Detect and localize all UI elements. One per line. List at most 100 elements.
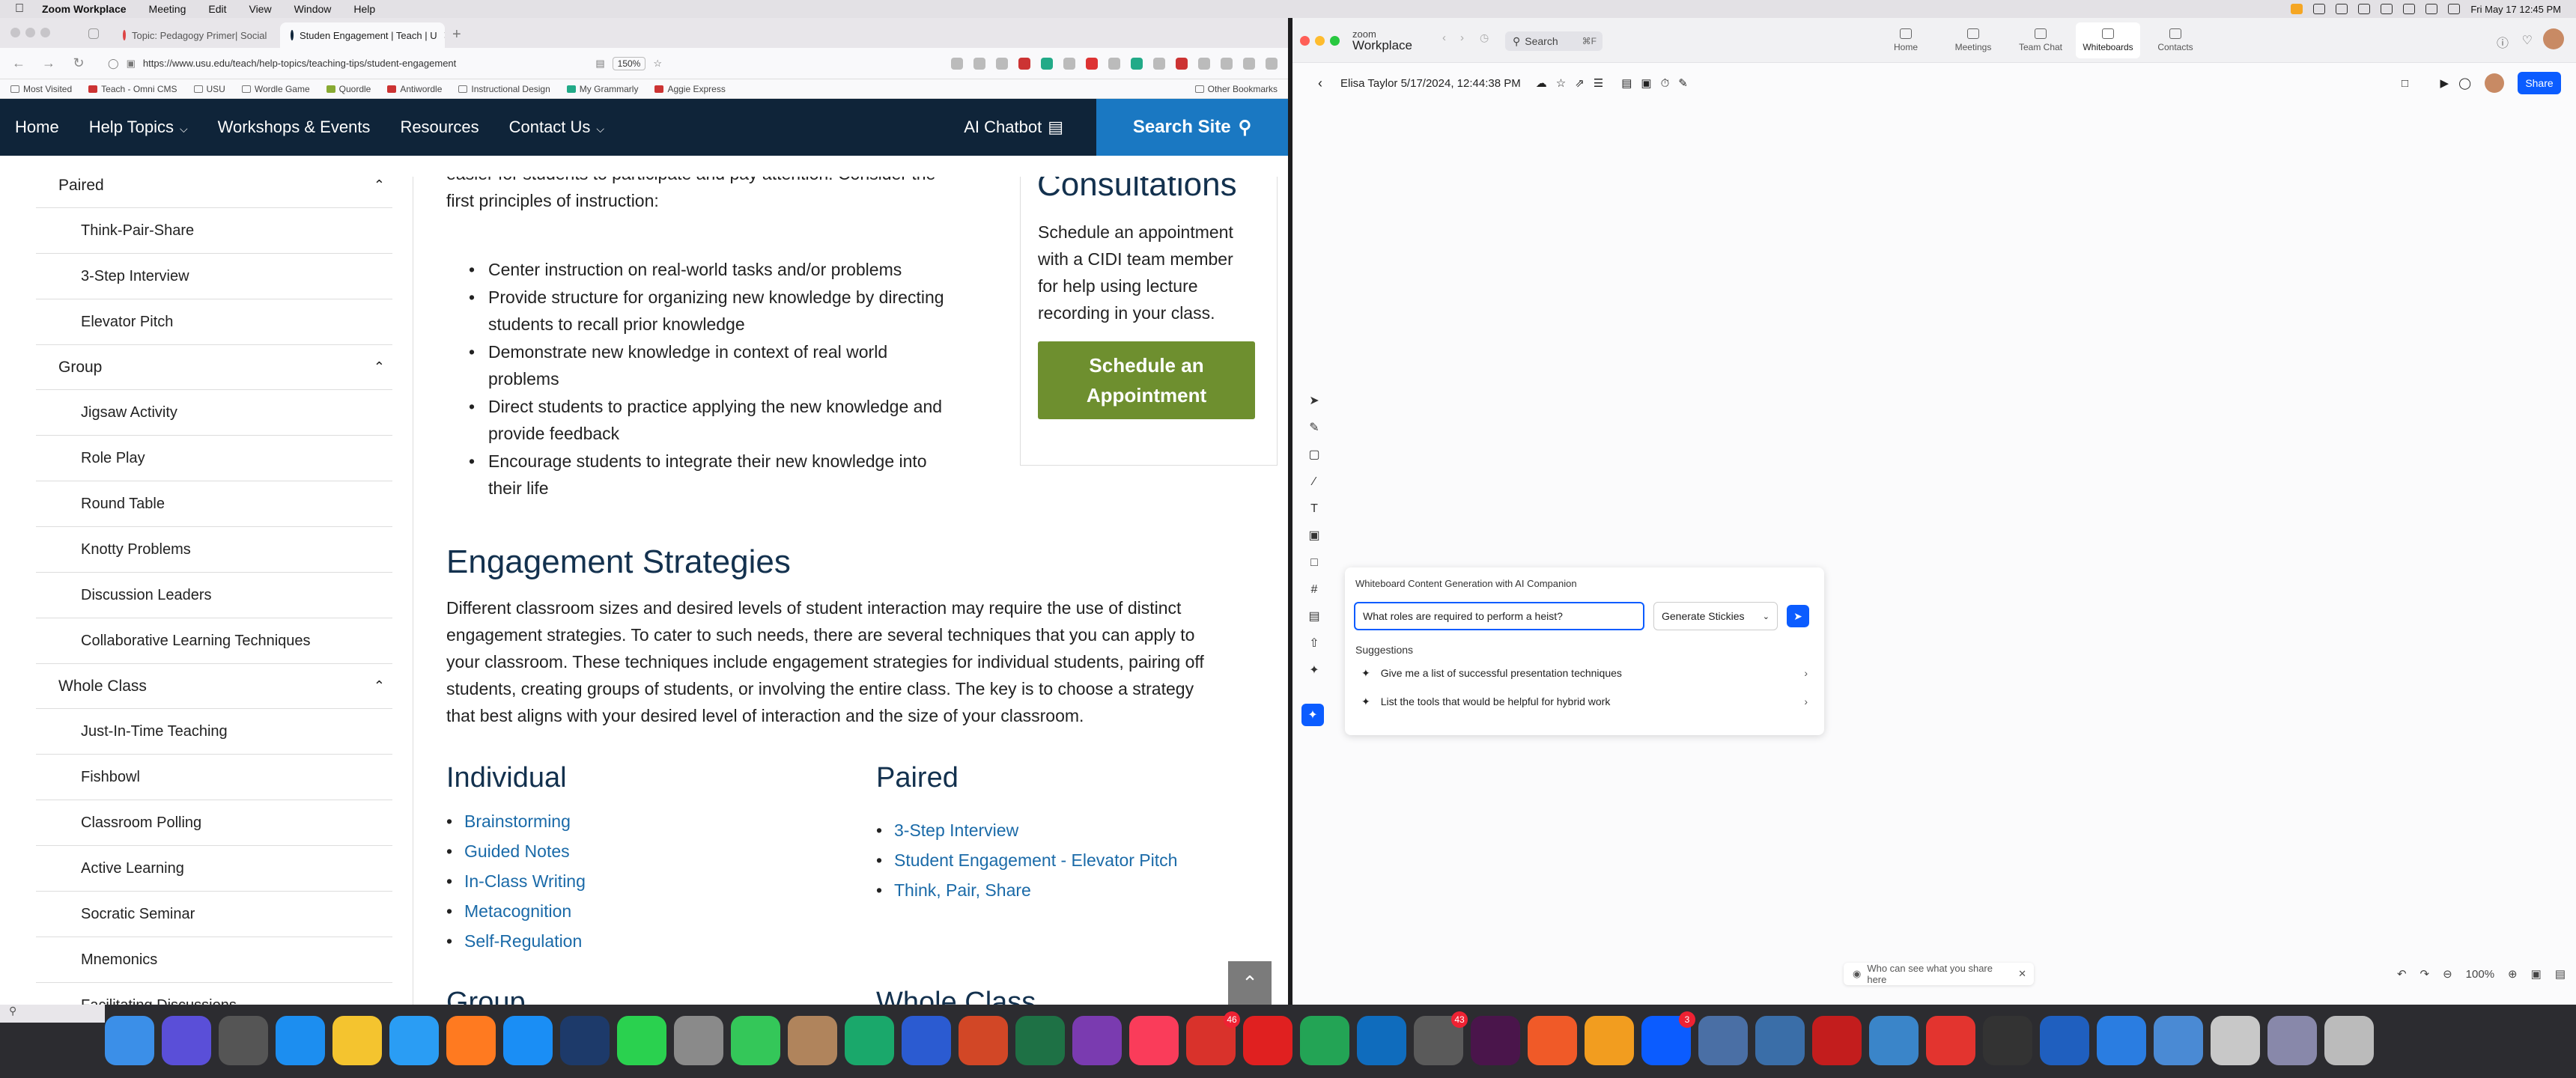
ai-companion-button[interactable]: ✦ xyxy=(1301,704,1324,726)
sidebar-item[interactable]: Role Play xyxy=(36,436,392,481)
upload-icon[interactable]: ⇧ xyxy=(1305,635,1323,653)
sticky-note-icon[interactable]: ▣ xyxy=(1305,527,1323,545)
bookmark-item[interactable]: My Grammarly xyxy=(566,84,638,94)
menu-help[interactable]: Help xyxy=(353,3,375,15)
bookmark-item[interactable]: Aggie Express xyxy=(654,84,726,94)
nav-home[interactable]: Home xyxy=(15,118,59,137)
line-icon[interactable]: ∕ xyxy=(1305,473,1323,491)
extension-icon[interactable] xyxy=(1041,57,1053,70)
dock-app-icon[interactable] xyxy=(845,1016,894,1065)
sidebar-item[interactable]: Just-In-Time Teaching xyxy=(36,709,392,755)
close-window-icon[interactable] xyxy=(10,28,20,37)
tab-meetings[interactable]: Meetings xyxy=(1941,22,2005,58)
lock-icon[interactable]: ▣ xyxy=(2531,967,2542,981)
generate-type-select[interactable]: Generate Stickies ⌄ xyxy=(1653,602,1778,630)
collab-icon[interactable]: ◯ xyxy=(2458,76,2471,90)
extension-icon[interactable] xyxy=(951,57,963,70)
comment-icon[interactable]: □ xyxy=(1305,554,1323,572)
dock-app-icon[interactable] xyxy=(560,1016,610,1065)
sidebar-item[interactable]: Fishbowl xyxy=(36,755,392,800)
dock-app-icon[interactable] xyxy=(959,1016,1008,1065)
menu-icon[interactable] xyxy=(1266,57,1278,70)
lock-icon[interactable]: ▣ xyxy=(127,58,136,70)
sidebar-item[interactable]: Mnemonics xyxy=(36,937,392,983)
zoom-search[interactable]: ⚲ Search ⌘F xyxy=(1505,31,1603,51)
bookmark-item[interactable]: Instructional Design xyxy=(458,84,550,94)
dock-app-icon[interactable] xyxy=(2154,1016,2203,1065)
tray-icon[interactable] xyxy=(2313,4,2326,14)
extension-icon[interactable] xyxy=(973,57,985,70)
zoom-level[interactable]: 100% xyxy=(2466,968,2494,981)
select-icon[interactable]: ➤ xyxy=(1305,392,1323,410)
control-center-icon[interactable] xyxy=(2448,4,2461,14)
search-site-button[interactable]: Search Site ⚲ xyxy=(1096,99,1288,156)
url-field[interactable]: ◯ ▣ https://www.usu.edu/teach/help-topic… xyxy=(100,52,669,75)
pen-icon[interactable]: ✎ xyxy=(1305,419,1323,437)
forward-icon[interactable]: › xyxy=(1460,31,1464,44)
dock-app-icon[interactable] xyxy=(2211,1016,2260,1065)
extension-icon[interactable] xyxy=(1243,57,1255,70)
undo-icon[interactable]: ↶ xyxy=(2397,967,2407,981)
strategy-link[interactable]: Student Engagement - Elevator Pitch xyxy=(876,850,1177,871)
nav-workshops[interactable]: Workshops & Events xyxy=(218,118,371,137)
avatar[interactable] xyxy=(2543,28,2564,49)
tab-home[interactable]: Home xyxy=(1874,22,1938,58)
extension-icon[interactable] xyxy=(1108,57,1120,70)
extension-icon[interactable] xyxy=(1198,57,1210,70)
dock-app-icon[interactable] xyxy=(503,1016,553,1065)
dock-app-icon[interactable]: 46 xyxy=(1186,1011,1240,1065)
bookmark-item[interactable]: Wordle Game xyxy=(241,84,310,94)
strategy-link[interactable]: Self-Regulation xyxy=(446,931,582,951)
shapes-icon[interactable]: ▢ xyxy=(1305,446,1323,464)
open-external-icon[interactable]: ⇗ xyxy=(1575,76,1585,90)
chevron-up-icon[interactable]: ⌃ xyxy=(374,359,385,375)
frame-icon[interactable]: # xyxy=(1305,581,1323,599)
dock-app-icon[interactable]: 43 xyxy=(1414,1011,1468,1065)
spotlight-search-icon[interactable]: ⚲ xyxy=(0,1005,105,1023)
extension-icon[interactable] xyxy=(1176,57,1188,70)
dock-app-icon[interactable] xyxy=(332,1016,382,1065)
bookmark-item[interactable]: USU xyxy=(193,84,225,94)
tools-icon[interactable]: ✎ xyxy=(1678,76,1688,90)
dock-app-icon[interactable] xyxy=(389,1016,439,1065)
star-icon[interactable]: ☆ xyxy=(1556,76,1566,90)
dock-app-icon[interactable] xyxy=(731,1016,780,1065)
tray-icon[interactable] xyxy=(2358,4,2371,14)
bookmark-item[interactable]: Antiwordle xyxy=(387,84,442,94)
dock-app-icon[interactable] xyxy=(1471,1016,1520,1065)
history-icon[interactable]: ◷ xyxy=(1480,31,1489,44)
reload-icon[interactable]: ↻ xyxy=(70,55,87,71)
nav-contact-us[interactable]: Contact Us ⌵ xyxy=(509,118,604,137)
back-icon[interactable]: ‹ xyxy=(1318,76,1322,91)
dock-app-icon[interactable] xyxy=(1243,1016,1292,1065)
dock-app-icon[interactable] xyxy=(2097,1016,2146,1065)
tray-icon[interactable] xyxy=(2381,4,2393,14)
dock-app-icon[interactable] xyxy=(1015,1016,1065,1065)
tray-icon[interactable] xyxy=(2403,4,2416,14)
reader-icon[interactable]: ▤ xyxy=(595,58,604,70)
present-icon[interactable]: ▤ xyxy=(1621,76,1632,90)
help-icon[interactable]: ⓘ xyxy=(2497,33,2509,51)
dock-app-icon[interactable] xyxy=(1357,1016,1406,1065)
wifi-icon[interactable] xyxy=(2425,4,2438,14)
strategy-link[interactable]: In-Class Writing xyxy=(446,871,586,892)
bookmark-item[interactable]: Most Visited xyxy=(10,84,72,94)
tab-whiteboards[interactable]: Whiteboards xyxy=(2076,22,2140,58)
cloud-icon[interactable]: ☁ xyxy=(1536,76,1547,90)
dock-app-icon[interactable] xyxy=(2324,1016,2374,1065)
sidebar-item[interactable]: Facilitating Discussions xyxy=(36,983,392,1005)
sidebar-group-paired[interactable]: Paired ⌃ xyxy=(36,177,392,208)
strategy-link[interactable]: Metacognition xyxy=(446,901,571,922)
back-icon[interactable]: ← xyxy=(10,55,27,71)
tray-icon[interactable] xyxy=(2291,4,2303,14)
zoom-in-icon[interactable]: ⊕ xyxy=(2508,967,2518,981)
close-tab-icon[interactable]: ✕ xyxy=(443,29,445,42)
send-icon[interactable]: ➤ xyxy=(1787,605,1809,627)
chevron-up-icon[interactable]: ⌃ xyxy=(374,678,385,694)
board-title[interactable]: Elisa Taylor 5/17/2024, 12:44:38 PM xyxy=(1340,77,1521,90)
dock-app-icon[interactable] xyxy=(1983,1016,2032,1065)
shield-icon[interactable]: ◯ xyxy=(108,58,119,70)
dock-app-icon[interactable] xyxy=(1300,1016,1349,1065)
close-icon[interactable]: ✕ xyxy=(2018,968,2026,980)
sidebar-item[interactable]: Socratic Seminar xyxy=(36,892,392,937)
